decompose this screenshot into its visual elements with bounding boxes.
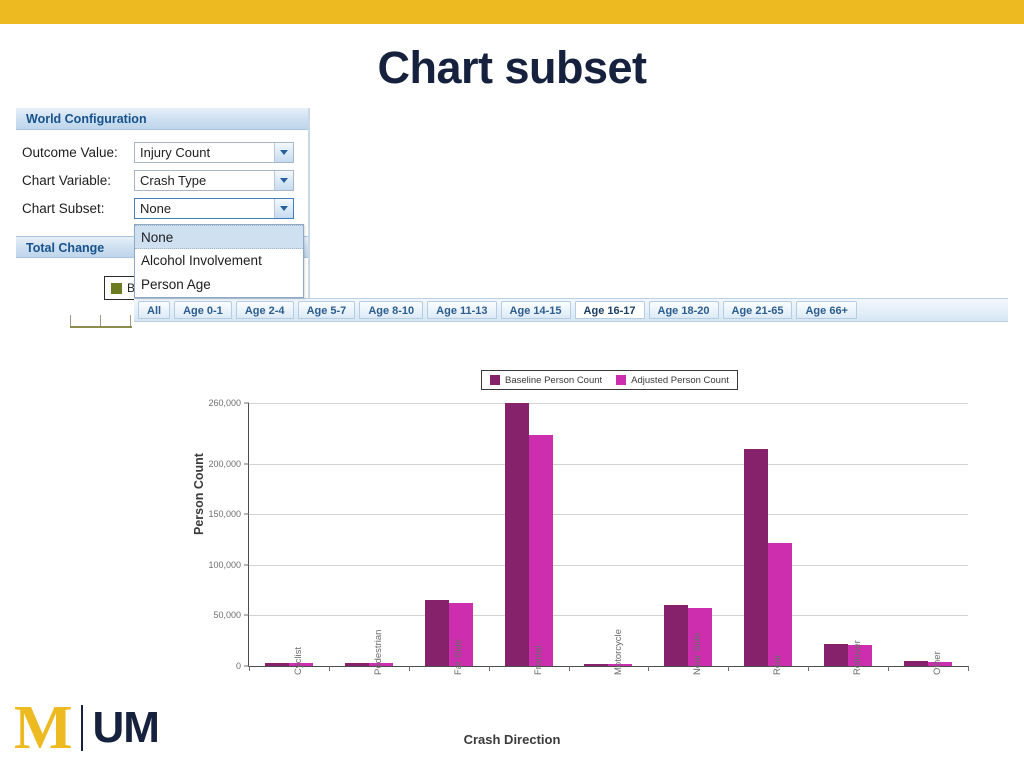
x-axis-tick-mark [408,666,410,671]
form-row-outcome-value: Outcome Value: Injury Count [22,138,308,166]
bar-baseline [504,403,529,666]
tab-age-8-10[interactable]: Age 8-10 [359,301,424,319]
x-axis-tick-label: Frontal [532,645,544,675]
select-chart-variable[interactable]: Crash Type [134,169,294,191]
logo-divider [80,705,83,751]
x-axis-tick-label: Near Side [692,632,704,675]
x-axis-tick-mark [249,666,250,671]
x-axis-tick-mark [728,666,730,671]
y-axis-title: Person Count [192,453,206,535]
bar-baseline [424,600,449,666]
logo-wordmark: UM [92,703,160,752]
top-accent-bar [0,0,1024,24]
x-axis-tick-label: Motorcycle [612,629,624,675]
block-m-icon: M [14,694,73,762]
bar-baseline [664,605,689,666]
tab-age-2-4[interactable]: Age 2-4 [235,301,294,319]
bar-group [808,403,888,666]
bar-group [249,403,329,666]
bar-adjusted [528,435,553,666]
configuration-form: Outcome Value: Injury Count Chart Variab… [16,130,308,222]
bar-group [728,403,808,666]
chevron-down-icon[interactable] [274,170,293,190]
y-axis-tick-label: 0 [235,661,241,671]
tab-age-11-13[interactable]: Age 11-13 [427,301,497,319]
total-change-axis-remnant [70,310,132,328]
bar-group [888,403,968,666]
x-axis-tick-label: Other [932,651,944,675]
x-axis-tick-label: Far Side [452,639,464,675]
bar-baseline [584,664,609,666]
bar-adjusted [768,542,793,666]
age-tab-strip: All Age 0-1 Age 2-4 Age 5-7 Age 8-10 Age… [134,298,1008,322]
tab-age-66-plus[interactable]: Age 66+ [796,301,857,319]
bar-group [409,403,489,666]
bar-baseline [904,660,929,666]
legend-swatch-adjusted-icon [616,375,627,385]
tab-age-5-7[interactable]: Age 5-7 [297,301,356,319]
legend-swatch-baseline-icon [490,375,500,385]
x-axis-tick-label: Rear [772,654,784,675]
select-outcome-value-value: Injury Count [140,144,211,160]
y-axis-tick-label: 200,000 [208,458,241,469]
university-of-michigan-logo: M UM [14,694,160,762]
chevron-down-icon[interactable] [274,142,293,162]
x-axis-tick-label: Cyclist [292,647,304,675]
x-axis-tick-label: Pedestrian [372,629,384,675]
bar-baseline [264,662,289,666]
bar-baseline [824,643,849,666]
legend-label-adjusted: Adjusted Person Count [631,374,729,386]
x-axis-tick-mark [328,666,330,671]
page-title: Chart subset [377,42,647,93]
tab-age-0-1[interactable]: Age 0-1 [174,301,232,319]
bar-group [489,403,569,666]
dropdown-option-person-age[interactable]: Person Age [135,273,303,297]
bar-baseline [744,448,769,666]
tab-age-16-17[interactable]: Age 16-17 [574,301,645,319]
select-chart-subset-value: None [140,200,172,216]
select-chart-subset[interactable]: None [134,197,294,219]
label-outcome-value: Outcome Value: [22,144,118,160]
form-row-chart-subset: Chart Subset: None [22,194,308,222]
label-chart-subset: Chart Subset: [22,200,105,216]
select-chart-variable-value: Crash Type [140,172,207,188]
tab-age-14-15[interactable]: Age 14-15 [500,301,571,319]
select-outcome-value[interactable]: Injury Count [134,141,294,163]
chart-legend: Baseline Person Count Adjusted Person Co… [481,370,738,390]
label-chart-variable: Chart Variable: [22,172,112,188]
x-axis-tick-mark [488,666,490,671]
x-axis-tick-mark [968,666,969,671]
legend-swatch-icon [111,282,122,294]
legend-entry-baseline: Baseline Person Count [490,375,602,386]
bar-group [329,403,409,666]
panel-header-world-configuration: World Configuration [16,108,308,130]
x-axis-tick-mark [568,666,570,671]
form-row-chart-variable: Chart Variable: Crash Type [22,166,308,194]
bar-group [648,403,728,666]
x-axis-tick-mark [808,666,810,671]
legend-entry-adjusted: Adjusted Person Count [616,375,729,386]
tab-age-18-20[interactable]: Age 18-20 [648,301,719,319]
y-axis-tick-label: 150,000 [208,509,241,520]
chevron-down-icon[interactable] [274,198,293,218]
bar-baseline [344,663,369,666]
y-axis-tick-label: 260,000 [208,398,241,408]
dropdown-option-none[interactable]: None [135,225,303,249]
chart-subset-dropdown-list[interactable]: None Alcohol Involvement Person Age [134,224,304,298]
legend-label-baseline: Baseline Person Count [505,374,603,386]
x-axis-tick-mark [648,666,650,671]
tab-age-21-65[interactable]: Age 21-65 [722,301,793,319]
x-axis-tick-mark [888,666,890,671]
x-axis-tick-label: Rollover [852,640,864,675]
y-axis-tick-label: 50,000 [213,610,241,621]
y-axis-tick-label: 100,000 [208,559,241,570]
dropdown-option-alcohol-involvement[interactable]: Alcohol Involvement [135,249,303,273]
chart-plot-area: 0 50,000 100,000 150,000 200,000 260,000 Cycli… [208,398,969,675]
bar-group [569,403,649,666]
tab-all[interactable]: All [138,301,171,319]
